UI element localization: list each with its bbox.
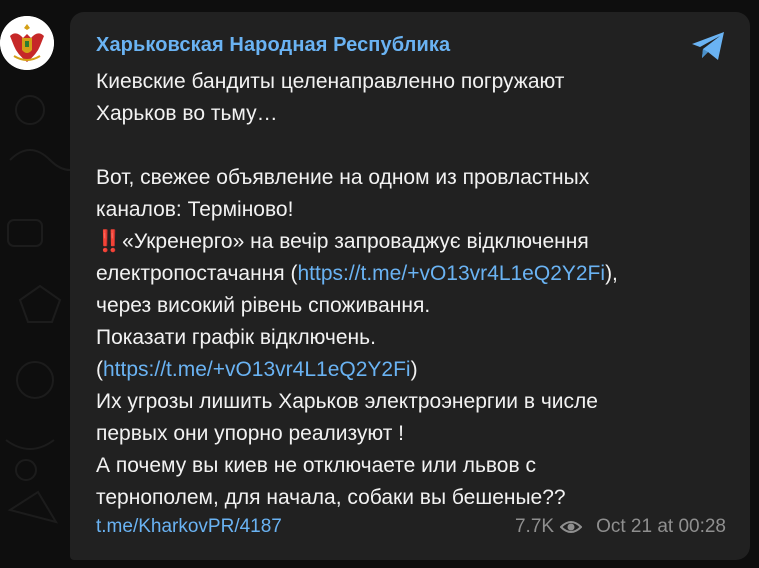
telegram-share-icon[interactable] [690, 30, 728, 62]
message-line: А почему вы киев не отключаете или львов… [96, 454, 536, 477]
message-line: тернополем, для начала, собаки вы бешены… [96, 486, 566, 509]
outage-link-1[interactable]: https://t.me/+vO13vr4L1eQ2Y2Fi [297, 262, 605, 285]
quote-line: електропостачання (https://t.me/+vO13vr4… [96, 262, 618, 285]
channel-avatar[interactable] [0, 16, 54, 70]
coat-of-arms-icon [0, 16, 54, 70]
message-timestamp: Oct 21 at 00:28 [596, 516, 726, 537]
view-count: 7.7K [514, 516, 555, 537]
message-line: каналов: Терміново! [96, 198, 294, 221]
message-meta: 7.7K Oct 21 at 00:28 [515, 516, 726, 538]
message-line: Харьков во тьму… [96, 102, 278, 125]
quote-line: (https://t.me/+vO13vr4L1eQ2Y2Fi) [96, 358, 418, 381]
quote-line: через високий рівень споживання. [96, 294, 431, 317]
quote-line: Показати графік відключень. [96, 326, 376, 349]
message-footer: t.me/KharkovPR/4187 7.7K Oct 21 at 00:28 [96, 516, 726, 542]
quote-line: ‼️«Укренерго» на вечір запроваджує відкл… [96, 230, 589, 253]
message-line: первых они упорно реализуют ! [96, 422, 404, 445]
message-line: Вот, свежее объявление на одном из провл… [96, 166, 590, 189]
eye-icon [560, 521, 583, 533]
post-link[interactable]: t.me/KharkovPR/4187 [96, 516, 282, 538]
message-spacer [96, 130, 736, 162]
message-bubble: Харьковская Народная Республика Киевские… [70, 12, 750, 560]
message-text: Киевские бандиты целенаправленно погружа… [96, 66, 736, 514]
message-line: Их угрозы лишить Харьков электроэнергии … [96, 390, 598, 413]
channel-name[interactable]: Харьковская Народная Республика [96, 34, 450, 57]
double-exclamation-emoji: ‼️ [96, 230, 123, 253]
outage-link-2[interactable]: https://t.me/+vO13vr4L1eQ2Y2Fi [103, 358, 411, 381]
message-line: Киевские бандиты целенаправленно погружа… [96, 70, 565, 93]
